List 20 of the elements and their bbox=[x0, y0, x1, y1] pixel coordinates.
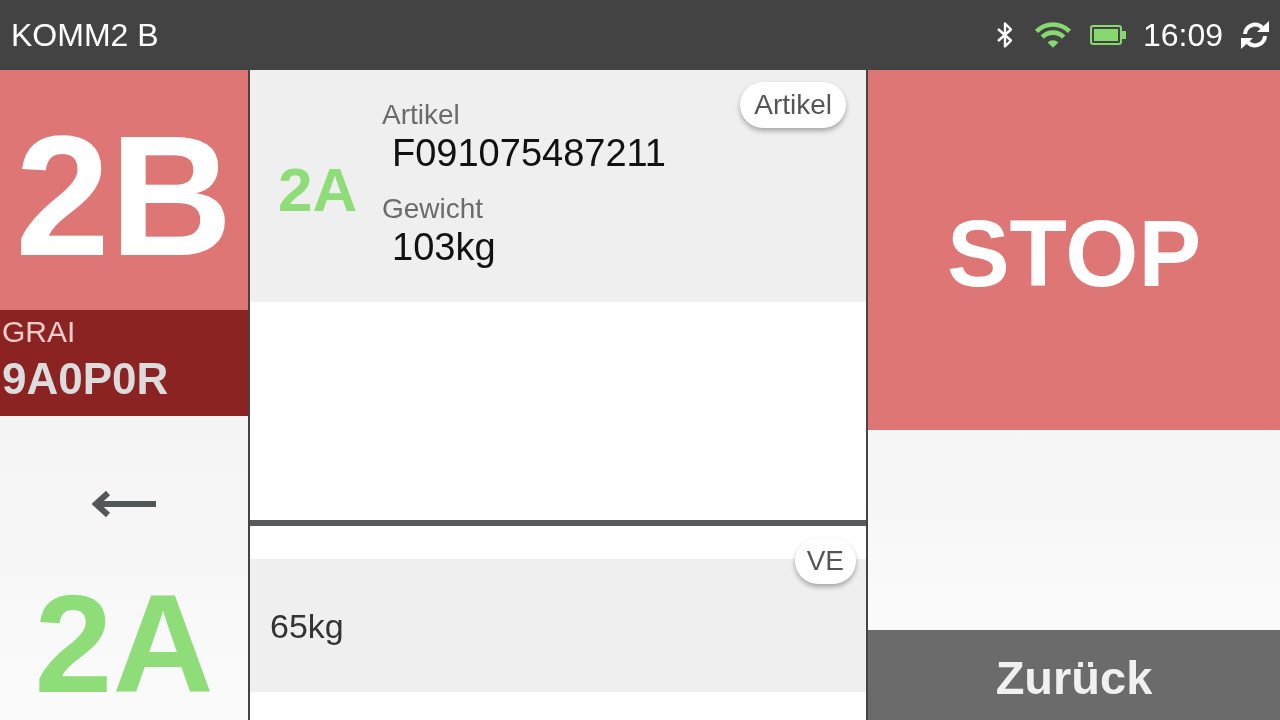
field-value: F091075487211 bbox=[391, 131, 666, 175]
section-chip: Artikel bbox=[740, 82, 846, 128]
back-button[interactable]: Zurück bbox=[868, 630, 1280, 720]
grai-value: 9A0P0R bbox=[2, 354, 169, 404]
field-label: Gewicht bbox=[382, 193, 484, 225]
refresh-icon[interactable] bbox=[1240, 20, 1270, 50]
section-chip: VE bbox=[794, 538, 856, 584]
unit-weight: 65kg bbox=[270, 605, 344, 646]
field-value: 103kg bbox=[391, 225, 496, 269]
field-label: Artikel bbox=[382, 99, 460, 131]
battery-icon bbox=[1089, 25, 1126, 45]
grai-label: GRAI bbox=[2, 314, 76, 350]
clock-time: 16:09 bbox=[1142, 16, 1223, 54]
wifi-icon bbox=[1032, 21, 1073, 49]
device-title: KOMM2 B bbox=[11, 16, 159, 54]
left-arrow-icon bbox=[92, 490, 156, 518]
stop-button[interactable]: STOP bbox=[868, 70, 1280, 430]
target-code: 2A bbox=[34, 574, 214, 714]
source-code: 2B bbox=[15, 111, 233, 281]
slot-code: 2A bbox=[278, 159, 359, 221]
